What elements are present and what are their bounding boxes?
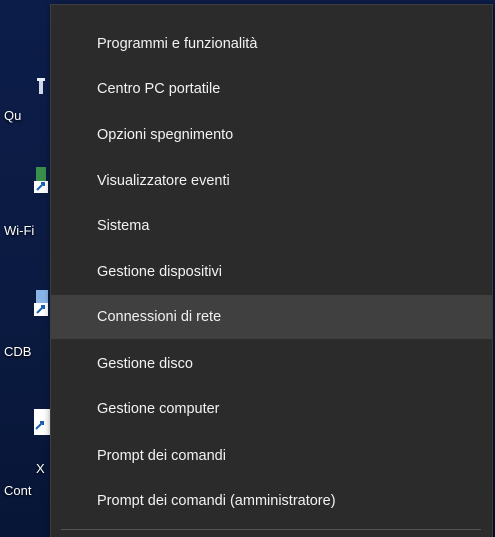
menu-item-disk-management[interactable]: Gestione disco xyxy=(51,342,492,386)
desktop-icon-label: Wi-Fi xyxy=(4,223,35,238)
menu-item-label: Visualizzatore eventi xyxy=(97,173,230,189)
desktop: Qu Wi-Fi CDB X Cont Programmi e funziona… xyxy=(0,0,495,537)
menu-item-mobility-center[interactable]: Centro PC portatile xyxy=(51,67,492,111)
menu-item-system[interactable]: Sistema xyxy=(51,204,492,248)
menu-item-label: Prompt dei comandi (amministratore) xyxy=(97,493,336,509)
document-shortcut-icon xyxy=(34,409,50,435)
menu-item-label: Centro PC portatile xyxy=(97,81,221,97)
menu-separator xyxy=(61,529,481,530)
desktop-icon-label: X xyxy=(36,461,45,476)
menu-item-power-options[interactable]: Opzioni spegnimento xyxy=(51,113,492,157)
menu-item-computer-management[interactable]: Gestione computer xyxy=(51,387,492,431)
desktop-icon-label: Cont xyxy=(4,483,32,498)
menu-item-event-viewer[interactable]: Visualizzatore eventi xyxy=(51,159,492,203)
recycle-bin-icon xyxy=(37,78,45,94)
menu-item-command-prompt[interactable]: Prompt dei comandi xyxy=(51,434,492,478)
shortcut-icon xyxy=(34,167,48,193)
menu-item-command-prompt-admin[interactable]: Prompt dei comandi (amministratore) xyxy=(51,479,492,523)
menu-item-programs-features[interactable]: Programmi e funzionalità xyxy=(51,22,492,66)
desktop-icon-label: Qu xyxy=(4,108,22,123)
menu-item-label: Sistema xyxy=(97,218,150,234)
menu-item-label: Programmi e funzionalità xyxy=(97,36,258,52)
menu-item-label: Gestione dispositivi xyxy=(97,264,222,280)
menu-item-label: Prompt dei comandi xyxy=(97,448,226,464)
menu-item-label: Connessioni di rete xyxy=(97,309,222,325)
menu-item-network-connections[interactable]: Connessioni di rete xyxy=(51,295,492,339)
menu-item-label: Gestione disco xyxy=(97,356,193,372)
shortcut-icon xyxy=(34,290,48,316)
menu-item-label: Gestione computer xyxy=(97,401,220,417)
menu-item-device-manager[interactable]: Gestione dispositivi xyxy=(51,250,492,294)
desktop-icon-label: CDB xyxy=(4,344,32,359)
power-user-menu: Programmi e funzionalità Centro PC porta… xyxy=(50,4,493,537)
menu-item-label: Opzioni spegnimento xyxy=(97,127,234,143)
